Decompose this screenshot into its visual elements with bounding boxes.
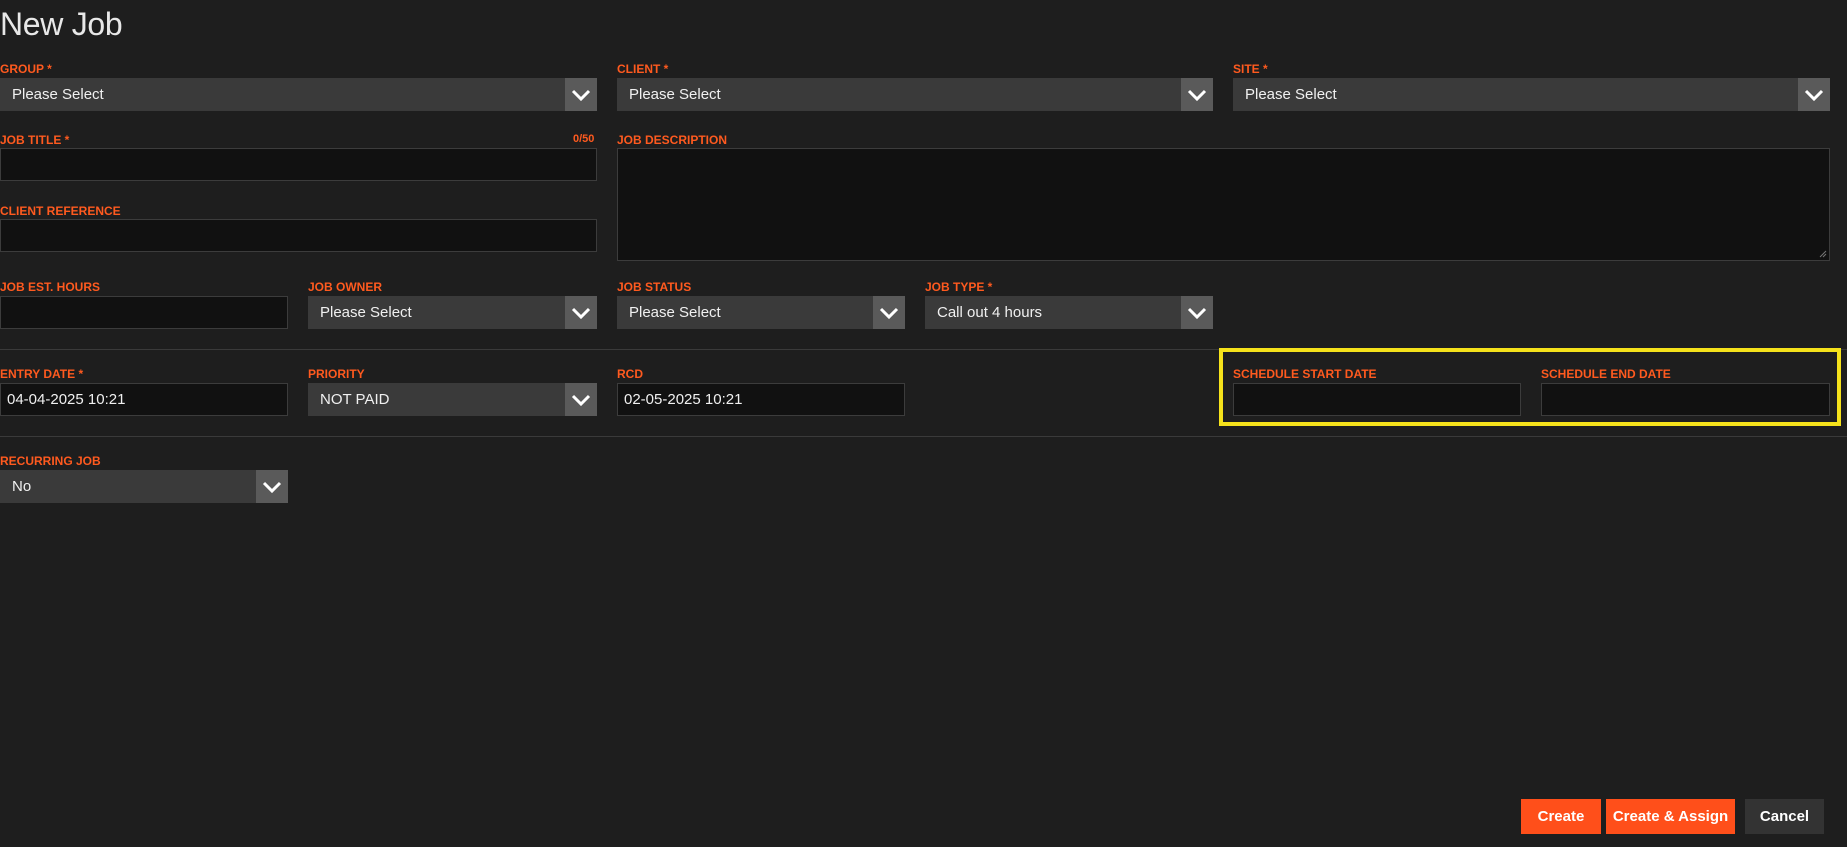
recurring-job-label: RECURRING JOB [0,454,101,468]
recurring-job-select-value: No [12,478,32,495]
chevron-down-icon[interactable] [1181,78,1213,111]
job-est-hours-input[interactable] [0,296,288,329]
job-title-counter: 0/50 [573,133,595,145]
rcd-input[interactable]: 02-05-2025 10:21 [617,383,905,416]
job-status-select-value: Please Select [629,304,721,321]
job-owner-label: JOB OWNER [308,280,383,294]
client-label: CLIENT * [617,62,669,76]
job-owner-select-value: Please Select [320,304,412,321]
job-status-select[interactable]: Please Select [617,296,905,329]
chevron-down-icon[interactable] [256,470,288,503]
job-type-label: JOB TYPE * [925,280,993,294]
job-title-input[interactable] [0,148,597,181]
entry-date-label: ENTRY DATE * [0,367,84,381]
client-select[interactable]: Please Select [617,78,1213,111]
chevron-down-icon[interactable] [565,296,597,329]
chevron-down-icon[interactable] [1798,78,1830,111]
create-button[interactable]: Create [1521,799,1601,834]
job-description-textarea[interactable] [617,148,1830,261]
chevron-down-icon[interactable] [565,383,597,416]
page-title: New Job [0,6,123,42]
client-reference-input[interactable] [0,219,597,252]
schedule-end-date-label: SCHEDULE END DATE [1541,367,1671,381]
job-type-select[interactable]: Call out 4 hours [925,296,1213,329]
priority-label: PRIORITY [308,367,365,381]
schedule-start-date-label: SCHEDULE START DATE [1233,367,1377,381]
job-est-hours-label: JOB EST. HOURS [0,280,101,294]
job-status-label: JOB STATUS [617,280,692,294]
resize-handle-icon[interactable] [1819,250,1827,258]
priority-select-value: NOT PAID [320,391,390,408]
rcd-label: RCD [617,367,643,381]
site-select-value: Please Select [1245,86,1337,103]
schedule-end-date-input[interactable] [1541,383,1830,416]
group-select-value: Please Select [12,86,104,103]
cancel-button[interactable]: Cancel [1745,799,1824,834]
group-select[interactable]: Please Select [0,78,597,111]
section-divider [0,436,1847,437]
client-select-value: Please Select [629,86,721,103]
recurring-job-select[interactable]: No [0,470,288,503]
client-reference-label: CLIENT REFERENCE [0,204,121,218]
job-title-label: JOB TITLE * [0,133,70,147]
chevron-down-icon[interactable] [873,296,905,329]
job-type-select-value: Call out 4 hours [937,304,1043,321]
job-description-label: JOB DESCRIPTION [617,133,728,147]
schedule-start-date-input[interactable] [1233,383,1521,416]
site-select[interactable]: Please Select [1233,78,1830,111]
chevron-down-icon[interactable] [565,78,597,111]
priority-select[interactable]: NOT PAID [308,383,597,416]
group-label: GROUP * [0,62,52,76]
create-assign-button[interactable]: Create & Assign [1606,799,1735,834]
site-label: SITE * [1233,62,1268,76]
entry-date-input[interactable]: 04-04-2025 10:21 [0,383,288,416]
chevron-down-icon[interactable] [1181,296,1213,329]
job-owner-select[interactable]: Please Select [308,296,597,329]
